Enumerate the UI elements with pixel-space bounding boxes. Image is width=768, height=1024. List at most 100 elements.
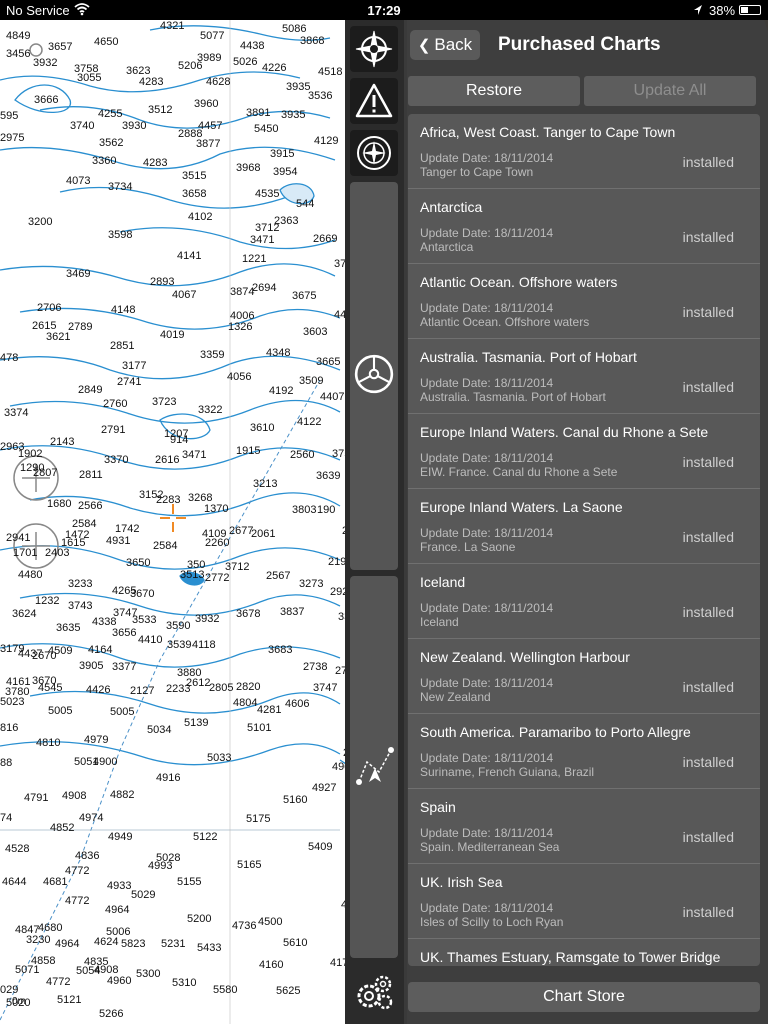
depth-sounding: 3723 [152,396,177,408]
depth-sounding: 3513 [180,569,205,581]
chart-row[interactable]: Australia. Tasmania. Port of Hobart Updat… [408,339,760,414]
chart-row[interactable]: Antarctica Update Date: 18/11/2014 Antarct… [408,189,760,264]
depth-sounding: 4518 [318,66,343,78]
scale-label: 0m [12,996,26,1007]
depth-sounding: 3536 [308,90,333,102]
warning-button[interactable] [350,78,398,124]
chart-row[interactable]: Europe Inland Waters. Canal du Rhone a S… [408,414,760,489]
route-button[interactable] [355,742,395,788]
steering-wheel-button[interactable] [353,353,395,395]
depth-sounding: 3670 [130,588,155,600]
chart-title: Spain [420,799,456,815]
steering-wheel-icon [354,354,394,394]
depth-sounding: 2941 [6,532,31,544]
chart-row[interactable]: Africa, West Coast. Tanger to Cape Town U… [408,114,760,189]
depth-sounding: 5310 [172,977,197,989]
depth-sounding: 3665 [316,356,341,368]
status-bar: No Service 17:29 38% [0,0,768,20]
depth-sounding: 3712 [255,222,280,234]
depth-sounding: 4916 [156,772,181,784]
depth-sounding: 2694 [252,282,277,294]
depth-sounding: 3639 [316,470,341,482]
panel-title: Purchased Charts [498,34,661,55]
chart-row[interactable]: UK. Irish Sea Update Date: 18/11/2014 Isle… [408,864,760,939]
depth-sounding: 88 [0,757,13,769]
depth-sounding: 4255 [98,108,123,120]
depth-sounding: 2805 [209,682,234,694]
depth-sounding: 4102 [188,211,213,223]
depth-sounding: 4281 [257,704,282,716]
chart-status: installed [682,679,734,695]
depth-sounding: 3512 [148,104,173,116]
chart-row[interactable]: New Zealand. Wellington Harbour Update Da… [408,639,760,714]
depth-sounding: 3322 [198,404,223,416]
depth-sounding: 3562 [99,137,124,149]
depth-sounding: 3932 [33,57,58,69]
clock: 17:29 [367,3,401,18]
chart-update-date: Update Date: 18/11/2014 [420,376,554,390]
depth-sounding: 4931 [106,535,131,547]
depth-sounding: 1742 [115,523,140,535]
depth-sounding: 2706 [37,302,62,314]
chart-update-date: Update Date: 18/11/2014 [420,151,554,165]
compass-rose-button[interactable] [350,26,398,72]
depth-sounding: 2669 [313,233,338,245]
depth-sounding: 4118 [192,639,216,651]
depth-sounding: 5122 [193,831,218,843]
chart-row[interactable]: Spain Update Date: 18/11/2014 Spain. Medit… [408,789,760,864]
depth-sounding: 5200 [187,913,212,925]
chart-region: New Zealand [420,690,491,704]
chart-title: Atlantic Ocean. Offshore waters [420,274,618,290]
depth-sounding: 2403 [45,547,70,559]
depth-sounding: 3683 [268,644,293,656]
chart-region: Antarctica [420,240,474,254]
depth-sounding: 5610 [283,937,308,949]
depth-sounding: 2677 [229,525,254,537]
depth-sounding: 2584 [153,540,178,552]
depth-sounding: 4772 [65,895,90,907]
depth-sounding: 5300 [136,968,161,980]
depth-sounding: 4073 [66,175,91,187]
depth-sounding: 5266 [99,1008,124,1020]
chart-row[interactable]: South America. Paramaribo to Porto Alleg… [408,714,760,789]
compass-button[interactable] [350,130,398,176]
depth-sounding: 2975 [0,132,25,144]
depth-sounding: 3377 [112,661,137,673]
depth-sounding: 3657 [48,41,73,53]
chart-row[interactable]: Iceland Update Date: 18/11/2014 Iceland ins… [408,564,760,639]
depth-sounding: 5155 [177,876,202,888]
depth-sounding: 2127 [130,685,155,697]
chart-update-date: Update Date: 18/11/2014 [420,451,554,465]
depth-sounding: 816 [0,722,19,734]
chart-row[interactable]: Europe Inland Waters. La Saone Update Dat… [408,489,760,564]
depth-sounding: 4528 [5,843,30,855]
depth-sounding: 4949 [108,831,133,843]
depth-sounding: 2260 [205,537,230,549]
chart-row[interactable]: UK. Thames Estuary, Ramsgate to Tower Br… [408,939,760,966]
chart-row[interactable]: Atlantic Ocean. Offshore waters Update Da… [408,264,760,339]
depth-sounding: 4882 [110,789,135,801]
depth-sounding: 3666 [34,94,59,106]
depth-sounding: 4160 [259,959,284,971]
depth-sounding: 3471 [182,449,207,461]
update-all-button[interactable]: Update All [584,76,756,106]
chart-list[interactable]: Africa, West Coast. Tanger to Cape Town U… [408,114,760,966]
depth-sounding: 544 [296,198,315,210]
depth-sounding: 4974 [79,812,104,824]
chart-region: France. La Saone [420,540,516,554]
settings-button[interactable] [353,970,397,1014]
restore-button[interactable]: Restore [408,76,580,106]
depth-sounding: 4122 [297,416,322,428]
depth-sounding: 4410 [138,634,163,646]
depth-sounding: 5086 [282,23,307,35]
depth-sounding: 1370 [204,503,229,515]
depth-sounding: 3374 [4,407,29,419]
back-button[interactable]: ❮ Back [410,30,480,60]
depth-sounding: 3930 [122,120,147,132]
depth-sounding: 3624 [12,608,37,620]
depth-sounding: 3230 [26,934,51,946]
depth-sounding: 5450 [254,123,279,135]
depth-sounding: 2738 [303,661,328,673]
chart-store-button[interactable]: Chart Store [408,982,760,1012]
chart-region: Suriname, French Guiana, Brazil [420,765,595,779]
